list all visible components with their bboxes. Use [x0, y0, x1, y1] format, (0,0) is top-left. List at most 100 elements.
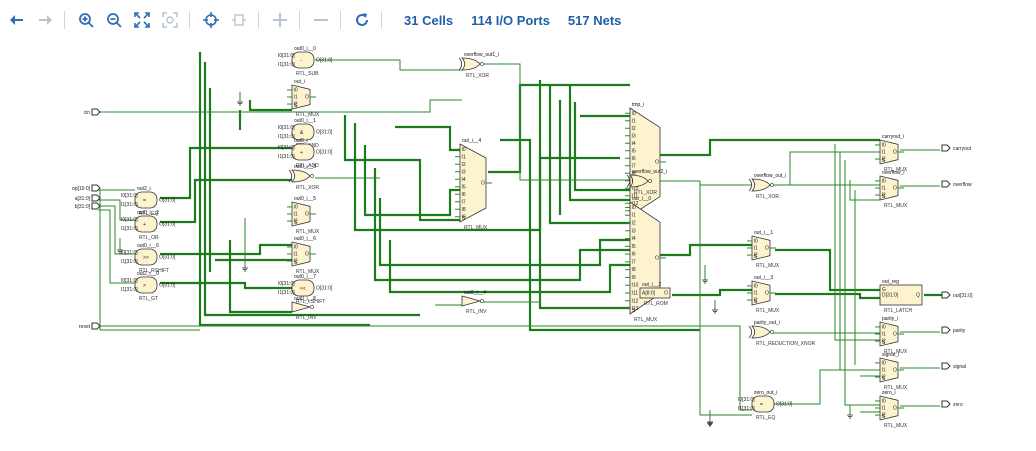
cells-count[interactable]: 31 Cells: [404, 13, 453, 28]
cell-rtl-mux[interactable]: I0I1I2SOout_i__3RTL_MUX: [747, 275, 780, 314]
svg-text:O: O: [305, 252, 309, 258]
back-button[interactable]: [6, 9, 28, 31]
svg-text:D[31:0]: D[31:0]: [882, 293, 899, 299]
input-port[interactable]: b[31:0]: [75, 202, 101, 210]
cell-rtl-latch[interactable]: D[31:0] Q Gout_reg RTL_LATCH: [879, 279, 923, 314]
cell-rtl-mux[interactable]: I0I1I2I3I4I5I6I7I8I9SOout_i__4RTL_MUX: [455, 138, 492, 231]
svg-text:I1: I1: [632, 213, 636, 219]
svg-text:I1[31:0]: I1[31:0]: [121, 226, 138, 232]
cell-rtl-mux[interactable]: I0I1I2SOout0_i__6RTL_MUX: [287, 236, 320, 275]
cell-rtl-gt[interactable]: > I0[31:0] I1[31:0] O[31:0]out2_i__0 RTL_GT: [121, 271, 176, 302]
svg-text:I0[31:0]: I0[31:0]: [738, 397, 755, 403]
input-port[interactable]: reset: [79, 322, 101, 330]
cell-rtl-or[interactable]: + I0[31:0] I1[31:0] O[31:0]out0_i__2 RTL_OR: [121, 210, 176, 241]
cell-type-label: RTL_MUX: [756, 263, 780, 269]
cell-rtl-mux[interactable]: I0I1I2SOout_i__1RTL_MUX: [747, 230, 780, 269]
svg-text:I0: I0: [882, 360, 886, 366]
svg-text:=: =: [760, 402, 763, 408]
cell-instance-name: parity_i: [882, 316, 898, 322]
svg-text:I1: I1: [754, 291, 758, 297]
svg-text:I0: I0: [294, 87, 298, 93]
zoom-in-button[interactable]: [75, 9, 97, 31]
toolbar-separator: [299, 11, 300, 29]
output-port[interactable]: zero: [941, 400, 963, 408]
svg-text:O: O: [893, 406, 897, 412]
svg-text:I3: I3: [462, 169, 466, 175]
svg-text:O: O: [655, 256, 659, 262]
svg-text:O: O: [664, 291, 668, 297]
output-port[interactable]: carryout: [941, 144, 972, 152]
collapse-button[interactable]: [310, 9, 332, 31]
svg-text:I0: I0: [882, 324, 886, 330]
auto-fit-button[interactable]: [228, 9, 250, 31]
ground-icon: [712, 309, 718, 314]
input-port[interactable]: cin: [84, 108, 101, 116]
cell-rtl-xor[interactable]: out0_i__3 RTL_XOR: [288, 164, 319, 191]
ground-icon: [237, 101, 243, 106]
output-port[interactable]: out[31:0]: [941, 291, 973, 299]
cell-instance-name: overflow_i: [882, 170, 905, 176]
svg-text:O[31:0]: O[31:0]: [159, 283, 176, 289]
svg-text:O: O: [765, 246, 769, 252]
input-port[interactable]: a[31:0]: [75, 194, 101, 202]
cell-type-label: RTL_GT: [139, 296, 158, 302]
svg-text:O[31:0]: O[31:0]: [159, 198, 176, 204]
regenerate-button[interactable]: [351, 9, 373, 31]
input-port[interactable]: op[10:0]: [72, 184, 101, 192]
cell-rtl-sub[interactable]: -I0[31:0]I1[31:0]O[31:0]out0_i__0RTL_SUB: [278, 46, 333, 77]
svg-text:I0: I0: [882, 142, 886, 148]
arrow-right-icon: [39, 15, 52, 25]
arrow-left-icon: [10, 15, 23, 25]
schematic-toolbar: 31 Cells 114 I/O Ports 517 Nets: [0, 0, 1036, 40]
svg-text:+: +: [300, 150, 303, 156]
cell-instance-name: overflow_out2_i: [632, 169, 667, 175]
cell-rtl-xor[interactable]: overflow_out_i RTL_XOR: [748, 173, 786, 200]
cell-rtl-rshift[interactable]: >>I0[31:0]I1[31:0]O[31:0]out0_i__6RTL_RS…: [121, 243, 176, 274]
svg-text:O: O: [893, 150, 897, 156]
cell-rtl-mux[interactable]: I0I1I2SOparity_iRTL_MUX: [875, 316, 908, 355]
cell-rtl-mux[interactable]: I0I1I2SOsignal_iRTL_MUX: [875, 352, 908, 391]
expand-button[interactable]: [269, 9, 291, 31]
nets-count[interactable]: 517 Nets: [568, 13, 621, 28]
cell-rtl-eq[interactable]: = I0[31:0] I1[31:0] O[31:0] zero_out_i RTL_EQ: [738, 390, 793, 421]
svg-text:O: O: [893, 186, 897, 192]
cell-rtl-xor[interactable]: overflow_out1_i RTL_XOR: [458, 52, 499, 79]
zoom-area-button[interactable]: [159, 9, 181, 31]
svg-text:I1: I1: [882, 186, 886, 192]
schematic-canvas[interactable]: = I0[31:0] I1[31:0] O[31:0] out2_i RTL_EQ + I0[…: [0, 40, 1036, 451]
output-port[interactable]: parity: [941, 326, 966, 334]
svg-text:I1: I1: [294, 212, 298, 218]
svg-text:I0: I0: [632, 111, 636, 117]
cell-instance-name: out0_i__7: [294, 274, 316, 280]
input-port-label: reset: [79, 324, 91, 330]
svg-text:+: +: [143, 222, 146, 228]
svg-text:I11: I11: [632, 291, 639, 297]
zoom-fit-button[interactable]: [131, 9, 153, 31]
fit-selection-icon: [232, 14, 246, 26]
svg-text:I1: I1: [462, 154, 466, 160]
cell-rtl-rom[interactable]: A[8:0] Oout_i__2 RTL_ROM: [639, 282, 671, 307]
cell-rtl-mux[interactable]: I0I1I2SOcarryout_iRTL_MUX: [875, 134, 908, 173]
cell-rtl-inv[interactable]: out0_i__8 RTL_INV: [291, 296, 317, 321]
cell-rtl-mux[interactable]: I0I1I2SOzero_iRTL_MUX: [875, 390, 908, 429]
svg-text:I1: I1: [882, 332, 886, 338]
cell-type-label: RTL_MUX: [884, 423, 908, 429]
zoom-out-button[interactable]: [103, 9, 125, 31]
ports-count[interactable]: 114 I/O Ports: [471, 13, 550, 28]
cell-instance-name: out_i__2: [642, 282, 661, 288]
output-port[interactable]: overflow: [941, 180, 972, 188]
svg-text:O: O: [481, 181, 485, 187]
input-port-label: cin: [84, 110, 91, 116]
zoom-area-icon: [162, 12, 178, 28]
cell-instance-name: out_i__4: [462, 138, 481, 144]
forward-button[interactable]: [34, 9, 56, 31]
input-port-label: a[31:0]: [75, 196, 91, 202]
svg-text:I0[31:0]: I0[31:0]: [121, 193, 138, 199]
svg-text:O: O: [655, 160, 659, 166]
svg-text:O: O: [305, 95, 309, 101]
cell-rtl-mux[interactable]: I0I1I2SOoverflow_iRTL_MUX: [875, 170, 908, 209]
output-port[interactable]: signal: [941, 362, 966, 370]
cell-type-label: RTL_EQ: [756, 415, 775, 421]
center-button[interactable]: [200, 9, 222, 31]
cell-rtl-mux[interactable]: I0I1I2SOout0_i__5RTL_MUX: [287, 196, 320, 235]
